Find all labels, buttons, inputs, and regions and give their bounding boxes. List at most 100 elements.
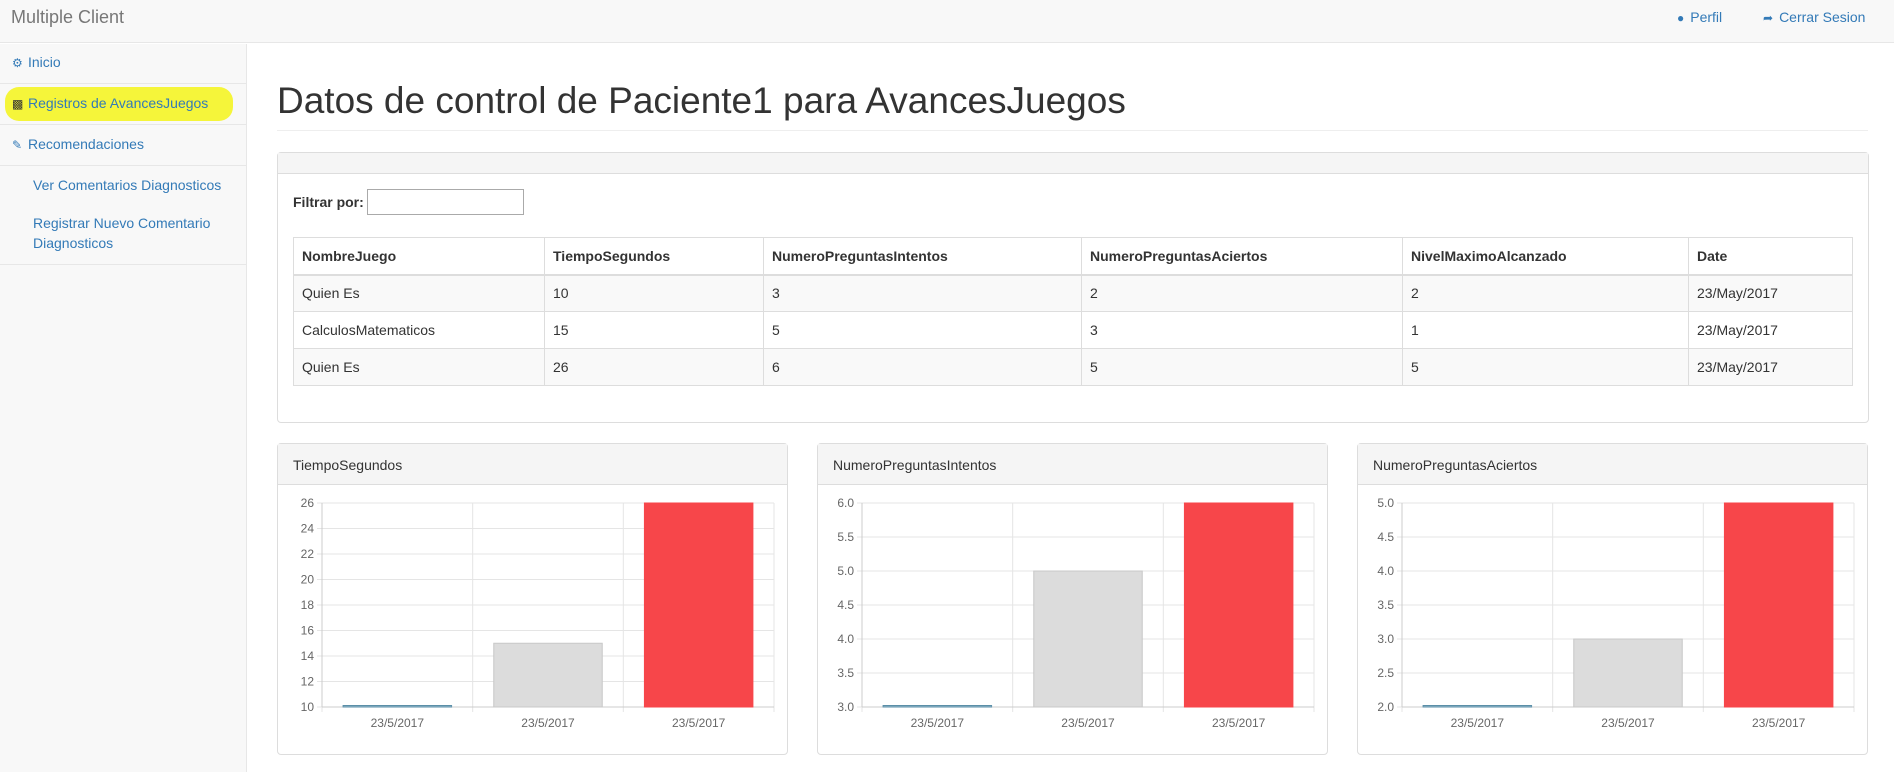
y-tick-label: 4.5: [1377, 530, 1394, 544]
y-tick-label: 2.5: [1377, 666, 1394, 680]
bar: [882, 705, 993, 708]
bar: [493, 642, 603, 708]
chart-panel-heading: NumeroPreguntasIntentos: [818, 444, 1327, 485]
bar: [1183, 502, 1294, 708]
column-header[interactable]: NombreJuego: [293, 237, 545, 276]
sidebar-item-label: Inicio: [28, 54, 61, 70]
sidebar-item-label: Recomendaciones: [28, 136, 144, 152]
table-row: CalculosMatematicos 15 5 3 1 23/May/2017: [293, 311, 1853, 349]
x-tick-label: 23/5/2017: [911, 716, 965, 730]
table-cell: 2: [1402, 274, 1689, 312]
chart-panel-heading: TiempoSegundos: [278, 444, 787, 485]
column-header[interactable]: NivelMaximoAlcanzado: [1402, 237, 1689, 276]
logout-link[interactable]: ➦ Cerrar Sesion: [1763, 9, 1865, 25]
y-tick-label: 4.5: [837, 598, 854, 612]
bar-chart-icon: ▩: [12, 97, 24, 111]
y-tick-label: 4.0: [837, 632, 854, 646]
chart-panel-aciertos: NumeroPreguntasAciertos 2.0 2.5 3.0 3.5 4.0 4…: [1357, 443, 1868, 755]
chart-title: TiempoSegundos: [293, 457, 403, 473]
dashboard-icon: ⚙: [12, 56, 23, 70]
x-tick-label: 23/5/2017: [521, 716, 575, 730]
table-cell: Quien Es: [293, 348, 545, 386]
filter-input[interactable]: [367, 189, 524, 215]
column-header[interactable]: NumeroPreguntasAciertos: [1081, 237, 1403, 276]
panel-heading: [278, 153, 1868, 174]
sidebar-item-registros[interactable]: ▩ Registros de AvancesJuegos: [0, 85, 246, 125]
y-tick-label: 10: [301, 700, 315, 714]
sidebar-item-inicio[interactable]: ⚙ Inicio: [0, 44, 246, 84]
chart-title: NumeroPreguntasAciertos: [1373, 457, 1538, 473]
y-tick-label: 16: [301, 624, 315, 638]
y-tick-label: 22: [301, 547, 315, 561]
table-cell: 2: [1081, 274, 1403, 312]
user-icon: ●: [1677, 11, 1685, 25]
table-cell: 3: [1081, 311, 1403, 349]
x-tick-label: 23/5/2017: [1061, 716, 1115, 730]
column-header[interactable]: NumeroPreguntasIntentos: [763, 237, 1082, 276]
bar: [1033, 570, 1143, 708]
table-cell: 6: [763, 348, 1082, 386]
table-cell: 26: [544, 348, 764, 386]
bar: [643, 502, 754, 708]
bar: [1723, 502, 1834, 708]
y-tick-label: 5.0: [1377, 496, 1394, 510]
sidebar-item-registrar-comentario[interactable]: Registrar Nuevo Comentario Diagnosticos: [0, 207, 246, 265]
sidebar-item-label: Registrar Nuevo Comentario Diagnosticos: [33, 215, 211, 251]
y-tick-label: 3.0: [1377, 632, 1394, 646]
sidebar-item-label: Ver Comentarios Diagnosticos: [33, 177, 222, 193]
x-tick-label: 23/5/2017: [1752, 716, 1806, 730]
table-cell: 15: [544, 311, 764, 349]
bar: [1422, 705, 1533, 708]
y-tick-label: 24: [301, 522, 315, 536]
y-tick-label: 2.0: [1377, 700, 1394, 714]
chart-panel-intentos: NumeroPreguntasIntentos 3.0 3.5 4.0 4.5 5.0 5…: [817, 443, 1328, 755]
table-cell: 23/May/2017: [1688, 274, 1853, 312]
table-cell: CalculosMatematicos: [293, 311, 545, 349]
logout-icon: ➦: [1763, 11, 1774, 25]
y-tick-label: 20: [301, 573, 315, 587]
y-tick-label: 4.0: [1377, 564, 1394, 578]
chart-panel-heading: NumeroPreguntasAciertos: [1358, 444, 1867, 485]
table-cell: 5: [1402, 348, 1689, 386]
top-navbar: Multiple Client ● Perfil ➦ Cerrar Sesion: [0, 0, 1894, 43]
column-header[interactable]: TiempoSegundos: [544, 237, 764, 276]
x-tick-label: 23/5/2017: [672, 716, 726, 730]
x-tick-label: 23/5/2017: [1601, 716, 1655, 730]
bar: [342, 705, 453, 708]
chart-title: NumeroPreguntasIntentos: [833, 457, 997, 473]
table-cell: Quien Es: [293, 274, 545, 312]
x-tick-label: 23/5/2017: [371, 716, 425, 730]
y-tick-label: 14: [301, 649, 315, 663]
bar-chart-intentos: 3.0 3.5 4.0 4.5 5.0 5.5 6.0 23/5/2017 23/5/2017 2…: [837, 496, 1315, 730]
y-tick-label: 6.0: [837, 496, 854, 510]
y-tick-label: 12: [301, 675, 315, 689]
sidebar-item-label: Registros de AvancesJuegos: [28, 95, 209, 111]
y-tick-label: 18: [301, 598, 315, 612]
sidebar: ⚙ Inicio ▩ Registros de AvancesJuegos ✎ Rec…: [0, 44, 247, 772]
bar: [1573, 638, 1683, 708]
y-tick-label: 26: [301, 496, 315, 510]
chart-panel-tiempo: TiempoSegundos 10 12 14 16 18 20 22 24 26 23/5/20…: [277, 443, 788, 755]
y-tick-label: 5.5: [837, 530, 854, 544]
edit-icon: ✎: [12, 138, 23, 152]
y-tick-label: 3.0: [837, 700, 854, 714]
x-tick-label: 23/5/2017: [1212, 716, 1266, 730]
app-brand[interactable]: Multiple Client: [11, 7, 124, 28]
data-table: NombreJuego TiempoSegundos NumeroPregunt…: [293, 237, 1853, 386]
profile-link[interactable]: ● Perfil: [1677, 9, 1722, 25]
bar-chart-aciertos: 2.0 2.5 3.0 3.5 4.0 4.5 5.0 23/5/2017 23/5/2017 2…: [1377, 496, 1855, 730]
page-title: Datos de control de Paciente1 para Avanc…: [277, 80, 1126, 121]
sidebar-item-ver-comentarios[interactable]: Ver Comentarios Diagnosticos: [0, 167, 246, 207]
table-cell: 23/May/2017: [1688, 348, 1853, 386]
table-cell: 5: [763, 311, 1082, 349]
bar-chart-tiempo: 10 12 14 16 18 20 22 24 26 23/5/2017 23/5/2017 23/5…: [301, 496, 775, 730]
table-cell: 1: [1402, 311, 1689, 349]
profile-label: Perfil: [1690, 9, 1723, 25]
table-row: Quien Es 26 6 5 5 23/May/2017: [293, 348, 1853, 386]
table-cell: 5: [1081, 348, 1403, 386]
column-header[interactable]: Date: [1688, 237, 1853, 276]
table-cell: 23/May/2017: [1688, 311, 1853, 349]
title-divider: [277, 130, 1868, 131]
table-header-row: NombreJuego TiempoSegundos NumeroPregunt…: [293, 237, 1853, 276]
sidebar-item-recomendaciones[interactable]: ✎ Recomendaciones: [0, 126, 246, 166]
